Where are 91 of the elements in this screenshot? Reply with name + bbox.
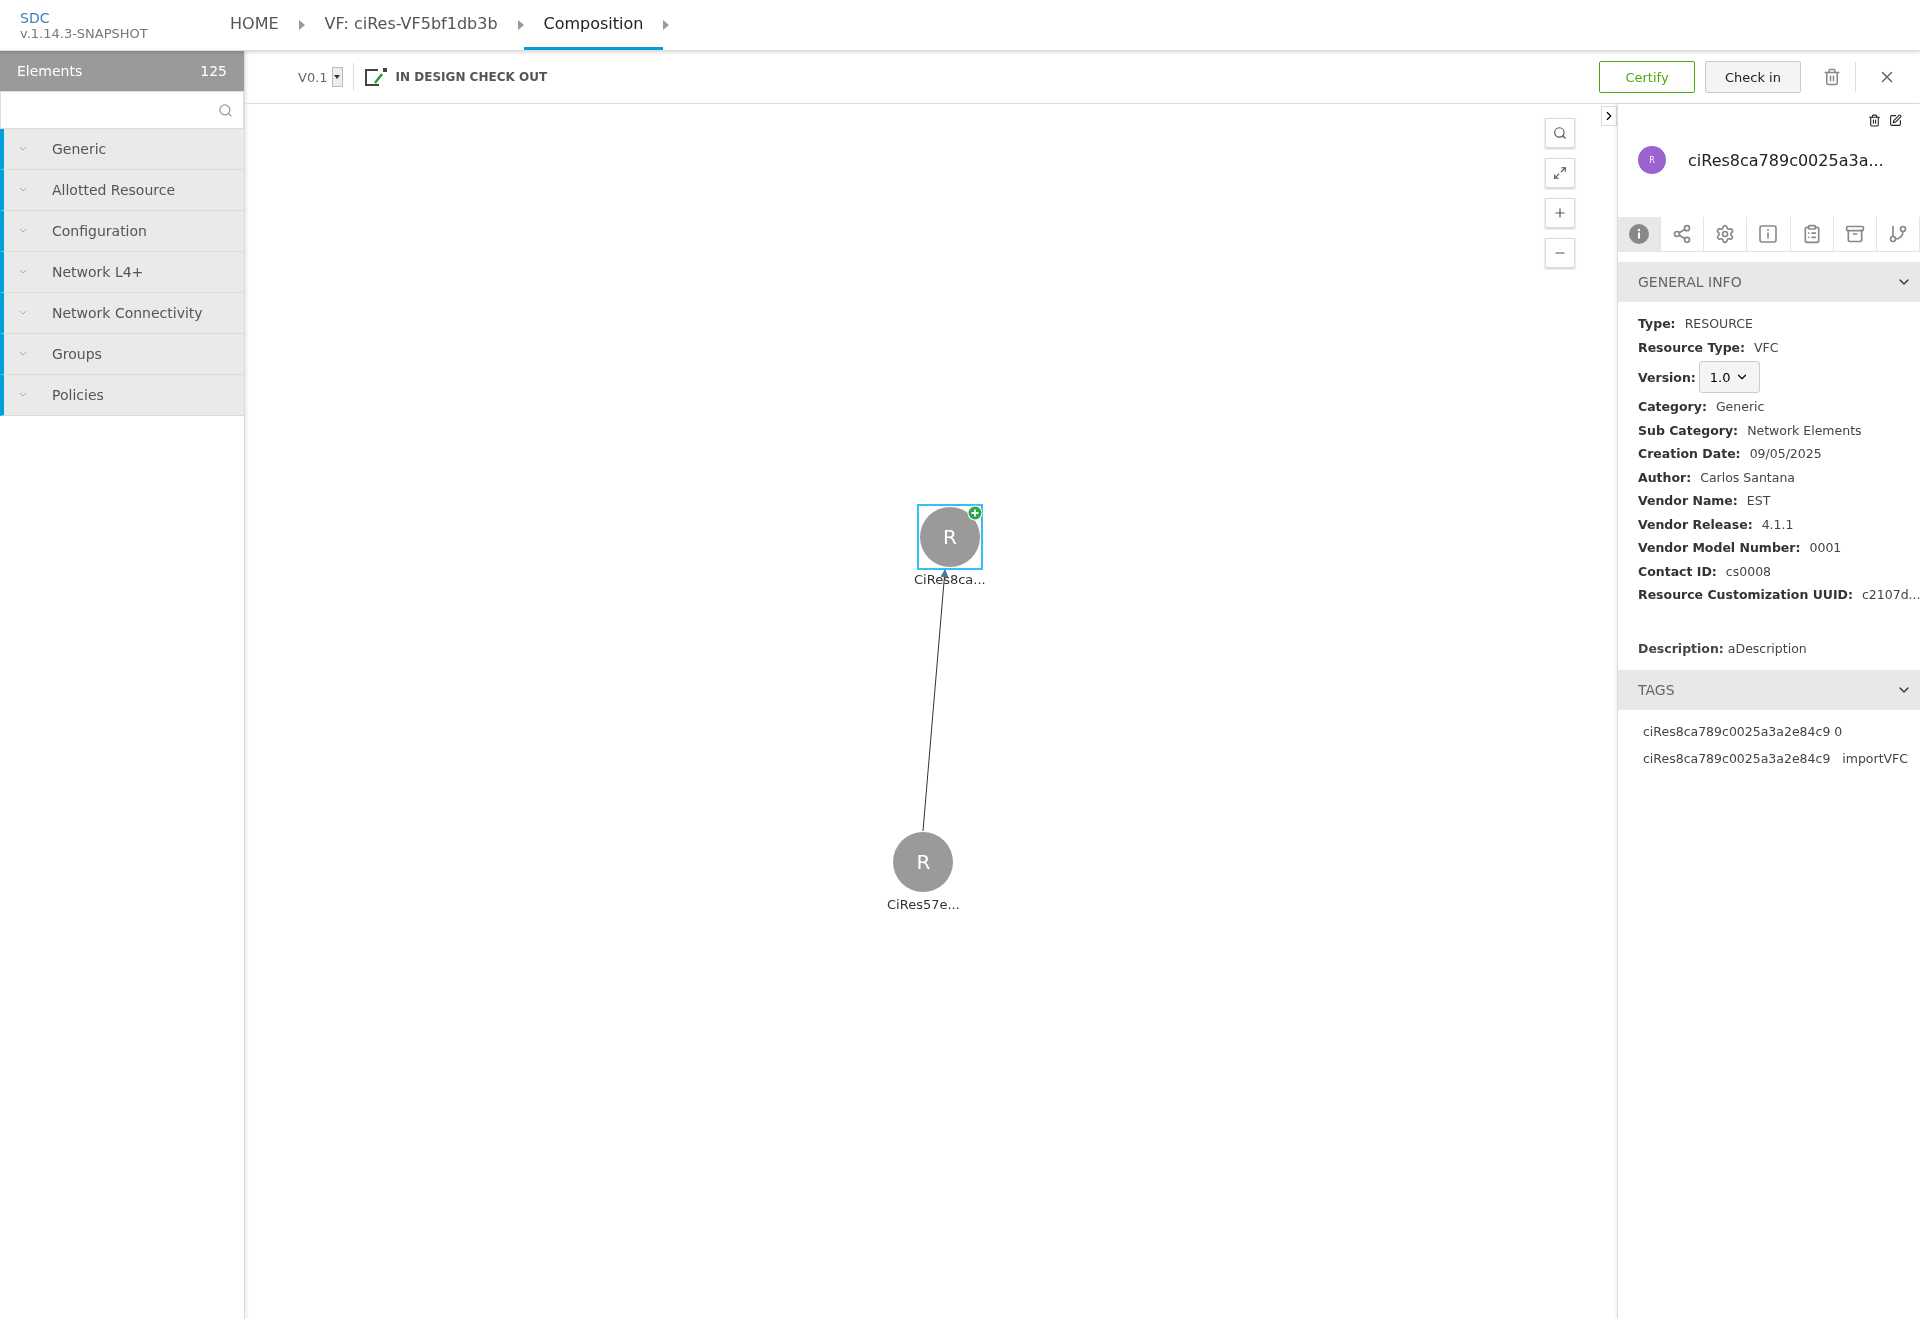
category-label: Generic [52, 141, 107, 157]
field-label: Type: [1638, 316, 1676, 332]
chevron-icon [20, 352, 26, 356]
field-value: EST [1746, 493, 1771, 509]
zoom-in-button[interactable] [1545, 198, 1575, 228]
field-value: 09/05/2025 [1749, 446, 1822, 462]
expand-icon [1553, 166, 1567, 180]
field-value: RESOURCE [1684, 316, 1753, 332]
version-select[interactable]: V0.1 [298, 63, 354, 91]
field-value: 4.1.1 [1761, 516, 1794, 532]
action-button[interactable]: Check in [1705, 61, 1801, 93]
category-item[interactable]: Network L4+ [0, 252, 244, 293]
field-label: Resource Type: [1638, 339, 1746, 355]
category-label: Allotted Resource [52, 182, 176, 198]
edit-icon [1889, 114, 1902, 127]
field-label: Version: [1638, 369, 1696, 385]
category-label: Network Connectivity [52, 305, 203, 321]
field-value: Generic [1715, 399, 1765, 415]
info-icon [1629, 224, 1650, 244]
node-label: CiRes57e... [887, 897, 960, 912]
section-header[interactable]: TAGS [1618, 669, 1920, 710]
field-value: 0001 [1809, 540, 1842, 556]
category-label: Policies [52, 387, 104, 403]
category-label: Configuration [52, 223, 147, 239]
field-label: Author: [1638, 469, 1692, 485]
search-icon [218, 102, 233, 118]
plus-icon [1553, 206, 1567, 220]
field-value: c2107d... [1861, 587, 1920, 603]
breadcrumb-link[interactable]: Composition [523, 0, 664, 50]
trash-icon [1823, 68, 1841, 86]
archive-icon [1844, 224, 1865, 244]
chevron-icon [20, 311, 26, 315]
category-item[interactable]: Groups [0, 334, 244, 375]
caret-icon [663, 20, 670, 30]
category-label: Network L4+ [52, 264, 144, 280]
category-item[interactable]: Configuration [0, 211, 244, 252]
field-label: Vendor Name: [1638, 493, 1738, 509]
edit-button[interactable] [1889, 114, 1902, 127]
app-version: v.1.14.3-SNAPSHOT [20, 26, 149, 42]
caret-icon [517, 20, 524, 30]
status-label: IN DESIGN CHECK OUT [395, 70, 548, 84]
category-item[interactable]: Network Connectivity [0, 293, 244, 334]
branch-icon [1887, 224, 1908, 244]
field-label: Contact ID: [1638, 563, 1717, 579]
tag-text: ciRes8ca789c0025a3a2e84c9 importVFC [1643, 750, 1909, 766]
avatar: R [1638, 146, 1666, 174]
category-item[interactable]: Generic [0, 129, 244, 170]
search-button[interactable] [1545, 118, 1575, 148]
field-label: Vendor Release: [1638, 516, 1753, 532]
delete-button[interactable] [1868, 114, 1881, 127]
field-value: Carlos Santana [1700, 469, 1795, 485]
chevron-icon [20, 393, 26, 397]
chevron-icon [20, 147, 26, 151]
tag-text: ciRes8ca789c0025a3a2e84c9 0 [1643, 723, 1844, 739]
section-header[interactable]: GENERAL INFO [1618, 262, 1920, 302]
chevron-icon [20, 188, 26, 192]
panel-tab[interactable] [1618, 217, 1662, 251]
field-label: Vendor Model Number: [1638, 540, 1801, 556]
category-label: Groups [52, 346, 102, 362]
element-count: 125 [200, 63, 227, 79]
description-text: Description: aDescription [1638, 640, 1808, 656]
field-value: cs0008 [1725, 563, 1772, 579]
component-name: ciRes8ca789c0025a3a... [1688, 150, 1884, 170]
chevron-icon [20, 229, 26, 233]
field-value: VFC [1754, 339, 1779, 355]
field-value: Network Elements [1747, 422, 1862, 438]
caret-icon [334, 75, 341, 79]
field-label: Category: [1638, 399, 1707, 415]
field-label: Creation Date: [1638, 446, 1741, 462]
caret-icon [298, 20, 305, 30]
collapse-button[interactable] [1601, 106, 1617, 126]
category-item[interactable]: Policies [0, 375, 244, 416]
search-field[interactable] [0, 91, 244, 129]
search-icon [1553, 126, 1567, 140]
breadcrumb-link[interactable]: VF: ciRes-VF5bf1db3b [304, 0, 518, 50]
checkout-icon [363, 67, 388, 87]
panel-title: Elements [17, 63, 83, 79]
app-name: SDC [20, 10, 51, 26]
plus-icon [966, 505, 983, 521]
chevron-icon [20, 270, 26, 274]
field-label: Sub Category: [1638, 422, 1739, 438]
info-icon [1758, 224, 1779, 244]
fit-button[interactable] [1545, 158, 1575, 188]
trash-icon [1868, 114, 1881, 127]
field-label: Resource Customization UUID: [1638, 587, 1853, 603]
node-label: CiRes8ca... [914, 572, 986, 587]
nodes-icon [1672, 224, 1693, 244]
breadcrumb-link[interactable]: HOME [210, 0, 299, 50]
category-item[interactable]: Allotted Resource [0, 170, 244, 211]
settings-icon [1715, 224, 1736, 244]
version-select[interactable]: 1.0 [1698, 361, 1760, 393]
